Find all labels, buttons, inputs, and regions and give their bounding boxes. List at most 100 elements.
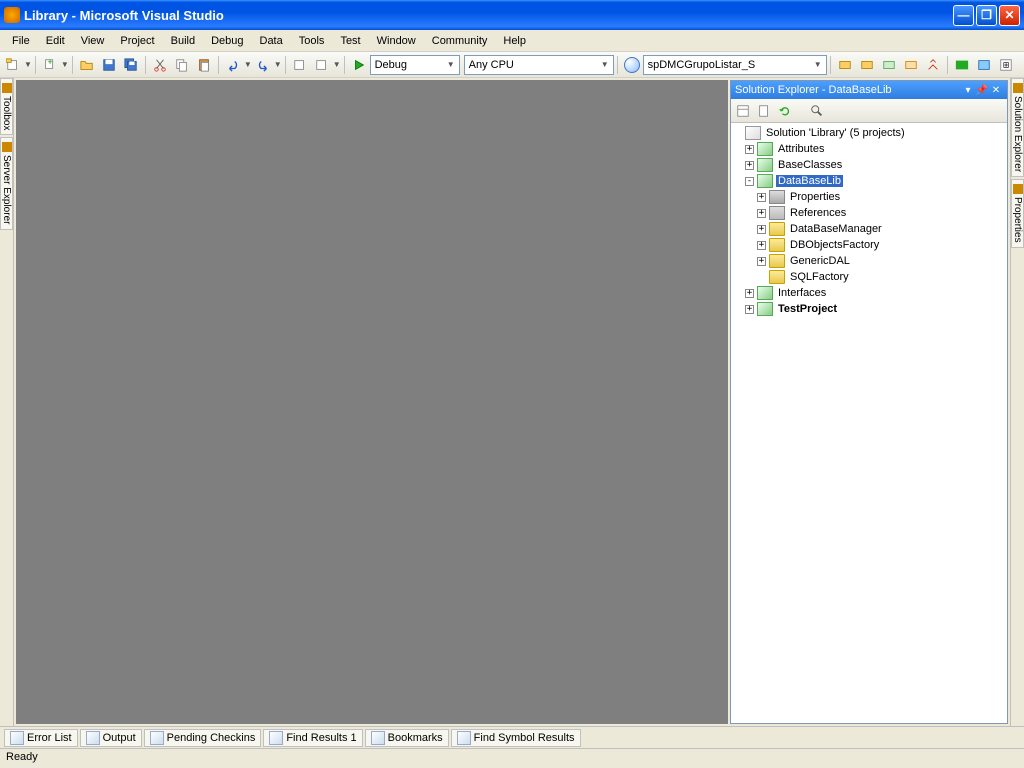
find-icon <box>622 55 642 75</box>
solution-explorer-title[interactable]: Solution Explorer - DataBaseLib ▾ 📌 ✕ <box>731 81 1007 99</box>
menu-build[interactable]: Build <box>163 33 203 49</box>
config-combo[interactable]: Debug▼ <box>370 55 460 75</box>
titlebar: Library - Microsoft Visual Studio — ❐ ✕ <box>0 0 1024 30</box>
expander-icon[interactable]: + <box>745 145 754 154</box>
ext-btn-6[interactable] <box>952 55 972 75</box>
save-button[interactable] <box>99 55 119 75</box>
menu-edit[interactable]: Edit <box>38 33 73 49</box>
prj-icon <box>757 302 773 316</box>
menu-window[interactable]: Window <box>369 33 424 49</box>
add-item-button[interactable]: + <box>40 55 60 75</box>
minimize-button[interactable]: — <box>953 5 974 26</box>
tree-label: DataBaseLib <box>776 175 843 187</box>
properties-icon[interactable] <box>734 102 752 120</box>
expander-icon[interactable]: + <box>757 257 766 266</box>
maximize-button[interactable]: ❐ <box>976 5 997 26</box>
menu-debug[interactable]: Debug <box>203 33 251 49</box>
expander-icon[interactable]: + <box>745 305 754 314</box>
refresh-icon[interactable] <box>776 102 794 120</box>
bottom-tab-find-symbol-results[interactable]: Find Symbol Results <box>451 729 581 747</box>
tree-label: Solution 'Library' (5 projects) <box>764 127 907 139</box>
copy-button[interactable] <box>172 55 192 75</box>
tree-item[interactable]: +Attributes <box>733 141 1005 157</box>
ext-btn-1[interactable] <box>835 55 855 75</box>
bottom-tab-output[interactable]: Output <box>80 729 142 747</box>
show-all-icon[interactable] <box>755 102 773 120</box>
tree-item[interactable]: + DataBaseManager <box>733 221 1005 237</box>
tree-item[interactable]: Solution 'Library' (5 projects) <box>733 125 1005 141</box>
left-tab-server-explorer[interactable]: Server Explorer <box>0 137 13 229</box>
prop-icon <box>769 190 785 204</box>
status-bar: Ready <box>0 748 1024 768</box>
bottom-tab-error-list[interactable]: Error List <box>4 729 78 747</box>
tree-item[interactable]: +References <box>733 205 1005 221</box>
bottom-tab-find-results-1[interactable]: Find Results 1 <box>263 729 362 747</box>
expander-icon[interactable]: + <box>757 193 766 202</box>
prj-icon <box>757 286 773 300</box>
panel-pin-icon[interactable]: 📌 <box>975 85 989 96</box>
menu-data[interactable]: Data <box>252 33 291 49</box>
tree-item[interactable]: +TestProject <box>733 301 1005 317</box>
left-tab-toolbox[interactable]: Toolbox <box>0 78 13 135</box>
close-button[interactable]: ✕ <box>999 5 1020 26</box>
tree-label: DataBaseManager <box>788 223 884 235</box>
ext-btn-2[interactable] <box>857 55 877 75</box>
bottom-tab-pending-checkins[interactable]: Pending Checkins <box>144 729 262 747</box>
expander-icon[interactable]: + <box>757 209 766 218</box>
expander-icon[interactable]: + <box>757 241 766 250</box>
status-text: Ready <box>6 751 38 763</box>
cut-button[interactable] <box>150 55 170 75</box>
platform-combo[interactable]: Any CPU▼ <box>464 55 614 75</box>
expander-icon[interactable]: - <box>745 177 754 186</box>
solution-tree[interactable]: Solution 'Library' (5 projects) +Attribut… <box>731 123 1007 723</box>
nav-fwd-button[interactable] <box>312 55 332 75</box>
save-all-button[interactable] <box>121 55 141 75</box>
tree-item[interactable]: +BaseClasses <box>733 157 1005 173</box>
fold-icon <box>769 238 785 252</box>
nav-back-button[interactable] <box>290 55 310 75</box>
new-project-button[interactable] <box>3 55 23 75</box>
menu-help[interactable]: Help <box>495 33 534 49</box>
ext-btn-5[interactable] <box>923 55 943 75</box>
paste-button[interactable] <box>194 55 214 75</box>
fold-icon <box>769 222 785 236</box>
redo-button[interactable] <box>253 55 273 75</box>
expander-icon[interactable]: + <box>757 225 766 234</box>
tree-item[interactable]: + Interfaces <box>733 285 1005 301</box>
undo-button[interactable] <box>223 55 243 75</box>
right-tab-properties[interactable]: Properties <box>1011 179 1024 248</box>
find-combo[interactable]: spDMCGrupoListar_S▼ <box>643 55 827 75</box>
tree-item[interactable]: SQLFactory <box>733 269 1005 285</box>
fold-icon <box>769 254 785 268</box>
menu-community[interactable]: Community <box>424 33 496 49</box>
ext-btn-7[interactable] <box>974 55 994 75</box>
menu-test[interactable]: Test <box>332 33 368 49</box>
tree-item[interactable]: +DBObjectsFactory <box>733 237 1005 253</box>
tree-item[interactable]: +GenericDAL <box>733 253 1005 269</box>
ext-btn-3[interactable] <box>879 55 899 75</box>
menu-view[interactable]: View <box>73 33 113 49</box>
window-title: Library - Microsoft Visual Studio <box>24 8 953 23</box>
expander-icon[interactable]: + <box>745 161 754 170</box>
bottom-tab-bookmarks[interactable]: Bookmarks <box>365 729 449 747</box>
menu-project[interactable]: Project <box>112 33 162 49</box>
sln-icon <box>745 126 761 140</box>
panel-title-text: Solution Explorer - DataBaseLib <box>735 84 892 96</box>
panel-close-icon[interactable]: ✕ <box>989 85 1003 96</box>
bottom-tab-strip: Error ListOutputPending CheckinsFind Res… <box>0 726 1024 748</box>
open-button[interactable] <box>77 55 97 75</box>
tree-label: Interfaces <box>776 287 828 299</box>
view-code-icon[interactable] <box>808 102 826 120</box>
ext-btn-8[interactable]: ⊞ <box>996 55 1016 75</box>
menu-file[interactable]: File <box>4 33 38 49</box>
menu-tools[interactable]: Tools <box>291 33 333 49</box>
ext-btn-4[interactable] <box>901 55 921 75</box>
panel-dropdown-icon[interactable]: ▾ <box>961 85 975 96</box>
expander-icon[interactable]: + <box>745 289 754 298</box>
start-debug-button[interactable] <box>349 55 369 75</box>
tree-item[interactable]: - DataBaseLib <box>733 173 1005 189</box>
right-tab-solution-explorer[interactable]: Solution Explorer <box>1011 78 1024 177</box>
prj-icon <box>757 142 773 156</box>
tree-item[interactable]: +Properties <box>733 189 1005 205</box>
tree-label: SQLFactory <box>788 271 851 283</box>
